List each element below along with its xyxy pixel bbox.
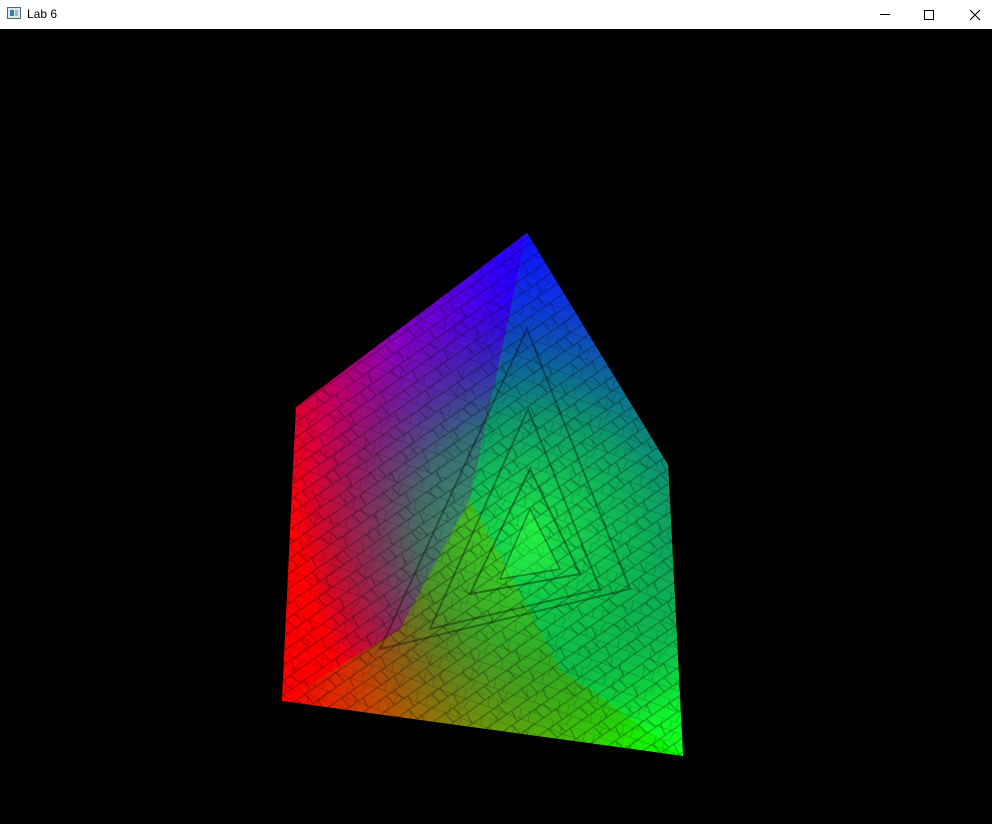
app-window: Lab 6	[0, 0, 992, 824]
textured-cube	[282, 233, 683, 756]
close-button[interactable]	[952, 0, 992, 29]
render-viewport[interactable]	[0, 29, 992, 824]
close-icon	[969, 9, 981, 21]
title-bar[interactable]: Lab 6	[0, 0, 992, 29]
minimize-button[interactable]	[862, 0, 908, 29]
maximize-icon	[924, 10, 934, 20]
minimize-icon	[880, 14, 890, 15]
window-title: Lab 6	[27, 7, 58, 21]
maximize-button[interactable]	[906, 0, 952, 29]
app-window-icon[interactable]	[7, 7, 21, 19]
scene-canvas	[282, 233, 683, 756]
